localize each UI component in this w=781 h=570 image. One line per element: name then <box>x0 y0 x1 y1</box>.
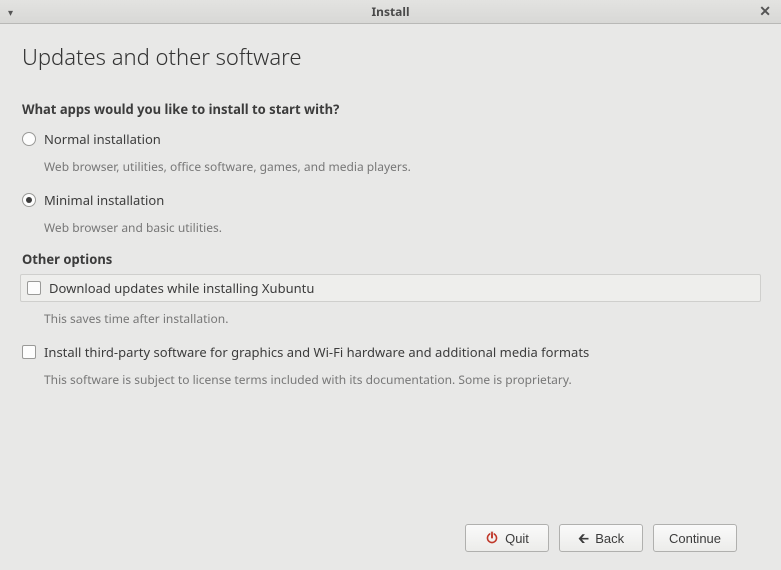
download-updates-desc: This saves time after installation. <box>44 310 759 327</box>
back-button[interactable]: 🡰 Back <box>559 524 643 552</box>
third-party-desc: This software is subject to license term… <box>44 371 759 388</box>
titlebar: ▾ Install ✕ <box>0 0 781 24</box>
page-title: Updates and other software <box>22 42 759 72</box>
radio-normal-installation[interactable]: Normal installation <box>22 128 759 150</box>
radio-label: Normal installation <box>44 130 161 148</box>
back-arrow-icon: 🡰 <box>578 531 589 545</box>
apps-question: What apps would you like to install to s… <box>22 100 759 118</box>
quit-button[interactable]: Quit <box>465 524 549 552</box>
radio-icon[interactable] <box>22 193 36 207</box>
power-icon <box>485 531 499 545</box>
button-bar: Quit 🡰 Back Continue <box>22 508 759 570</box>
checkbox-label: Install third-party software for graphic… <box>44 343 589 361</box>
checkbox-download-updates[interactable]: Download updates while installing Xubunt… <box>20 274 761 302</box>
other-options-label: Other options <box>22 250 759 268</box>
continue-button[interactable]: Continue <box>653 524 737 552</box>
close-icon[interactable]: ✕ <box>749 2 781 21</box>
checkbox-icon[interactable] <box>22 345 36 359</box>
continue-button-label: Continue <box>669 531 721 546</box>
radio-icon[interactable] <box>22 132 36 146</box>
checkbox-icon[interactable] <box>27 281 41 295</box>
radio-minimal-installation[interactable]: Minimal installation <box>22 189 759 211</box>
menu-dropdown-icon[interactable]: ▾ <box>0 5 21 19</box>
checkbox-third-party[interactable]: Install third-party software for graphic… <box>22 341 759 363</box>
minimal-installation-desc: Web browser and basic utilities. <box>44 219 759 236</box>
window-title: Install <box>371 3 409 20</box>
normal-installation-desc: Web browser, utilities, office software,… <box>44 158 759 175</box>
main-content: Updates and other software What apps wou… <box>0 24 781 570</box>
quit-button-label: Quit <box>505 531 529 546</box>
back-button-label: Back <box>595 531 624 546</box>
radio-label: Minimal installation <box>44 191 164 209</box>
checkbox-label: Download updates while installing Xubunt… <box>49 279 314 297</box>
